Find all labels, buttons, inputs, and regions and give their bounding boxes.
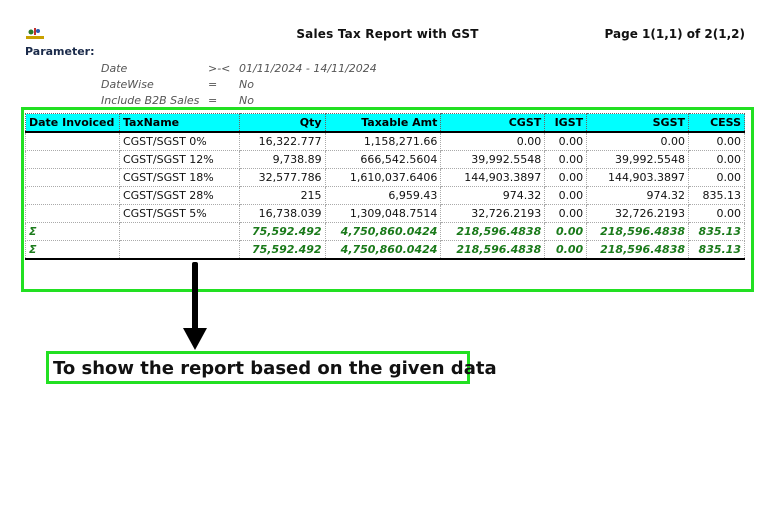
cell-cess: 0.00 [688,131,745,151]
sum-sgst: 218,596.4838 [586,240,690,260]
cell-igst: 0.00 [544,168,588,187]
sum-symbol: Σ [25,240,120,260]
cell-cgst: 39,992.5548 [440,150,546,169]
sum-cess: 835.13 [688,222,745,241]
sum-cgst: 218,596.4838 [440,240,546,260]
page-indicator: Page 1(1,1) of 2(1,2) [604,27,745,41]
cell-qty: 9,738.89 [238,150,326,169]
sum-sgst: 218,596.4838 [586,222,690,241]
sum-taxable-amt: 4,750,860.0424 [324,240,442,260]
column-header-igst[interactable]: IGST [544,113,588,133]
parameter-label: DateWise [101,78,154,91]
column-header-sgst[interactable]: SGST [586,113,690,133]
parameter-operator: >-< [208,62,231,75]
cell-qty: 32,577.786 [238,168,326,187]
cell-cgst: 32,726.2193 [440,204,546,223]
cell-taxname: CGST/SGST 28% [118,186,240,205]
cell-igst: 0.00 [544,131,588,151]
table-row: CGST/SGST 18% 32,577.786 1,610,037.6406 … [25,168,745,187]
cell-igst: 0.00 [544,150,588,169]
table-header-row: Date Invoiced TaxName Qty Taxable Amt CG… [25,113,745,133]
table-row: CGST/SGST 28% 215 6,959.43 974.32 0.00 9… [25,186,745,205]
cell-date-invoiced [25,204,120,223]
cell-taxname: CGST/SGST 12% [118,150,240,169]
cell-cgst: 0.00 [440,131,546,151]
column-header-cgst[interactable]: CGST [440,113,546,133]
cell-taxname: CGST/SGST 5% [118,204,240,223]
cell-cgst: 974.32 [440,186,546,205]
cell-taxname [118,222,240,241]
cell-cgst: 144,903.3897 [440,168,546,187]
cell-cess: 0.00 [688,168,745,187]
arrow-down-icon [183,262,207,350]
table-row: CGST/SGST 0% 16,322.777 1,158,271.66 0.0… [25,131,745,151]
column-header-taxable-amt[interactable]: Taxable Amt [324,113,442,133]
cell-taxname: CGST/SGST 0% [118,131,240,151]
cell-cess: 0.00 [688,150,745,169]
column-header-qty[interactable]: Qty [238,113,326,133]
cell-date-invoiced [25,168,120,187]
column-header-date-invoiced[interactable]: Date Invoiced [25,113,120,133]
cell-sgst: 974.32 [586,186,690,205]
cell-date-invoiced [25,131,120,151]
sum-taxable-amt: 4,750,860.0424 [324,222,442,241]
cell-taxable-amt: 1,610,037.6406 [324,168,442,187]
cell-cess: 0.00 [688,204,745,223]
cell-qty: 16,322.777 [238,131,326,151]
cell-sgst: 144,903.3897 [586,168,690,187]
cell-igst: 0.00 [544,204,588,223]
cell-taxable-amt: 6,959.43 [324,186,442,205]
parameter-label: Date [101,62,128,75]
parameter-operator: = [208,94,218,107]
cell-taxable-amt: 666,542.5604 [324,150,442,169]
sum-qty: 75,592.492 [238,240,326,260]
sum-igst: 0.00 [544,222,588,241]
cell-igst: 0.00 [544,186,588,205]
column-header-cess[interactable]: CESS [688,113,745,133]
cell-qty: 16,738.039 [238,204,326,223]
parameter-label: Include B2B Sales [101,94,200,107]
cell-taxname [118,240,240,260]
annotation-caption: To show the report based on the given da… [53,358,497,379]
cell-cess: 835.13 [688,186,745,205]
grand-total-row: Σ 75,592.492 4,750,860.0424 218,596.4838… [25,240,745,260]
cell-taxname: CGST/SGST 18% [118,168,240,187]
sum-igst: 0.00 [544,240,588,260]
cell-sgst: 39,992.5548 [586,150,690,169]
sum-cess: 835.13 [688,240,745,260]
cell-taxable-amt: 1,309,048.7514 [324,204,442,223]
sum-qty: 75,592.492 [238,222,326,241]
table-row: CGST/SGST 12% 9,738.89 666,542.5604 39,9… [25,150,745,169]
cell-sgst: 32,726.2193 [586,204,690,223]
column-header-taxname[interactable]: TaxName [118,113,240,133]
cell-sgst: 0.00 [586,131,690,151]
sum-row: Σ 75,592.492 4,750,860.0424 218,596.4838… [25,222,745,241]
table-row: CGST/SGST 5% 16,738.039 1,309,048.7514 3… [25,204,745,223]
sum-symbol: Σ [25,222,120,241]
parameter-operator: = [208,78,218,91]
cell-taxable-amt: 1,158,271.66 [324,131,442,151]
parameter-value: 01/11/2024 - 14/11/2024 [239,62,377,75]
cell-date-invoiced [25,186,120,205]
parameter-heading: Parameter: [25,45,95,58]
cell-date-invoiced [25,150,120,169]
sales-tax-table: Date Invoiced TaxName Qty Taxable Amt CG… [25,113,745,260]
cell-qty: 215 [238,186,326,205]
parameter-value: No [239,78,254,91]
parameter-value: No [239,94,254,107]
sum-cgst: 218,596.4838 [440,222,546,241]
